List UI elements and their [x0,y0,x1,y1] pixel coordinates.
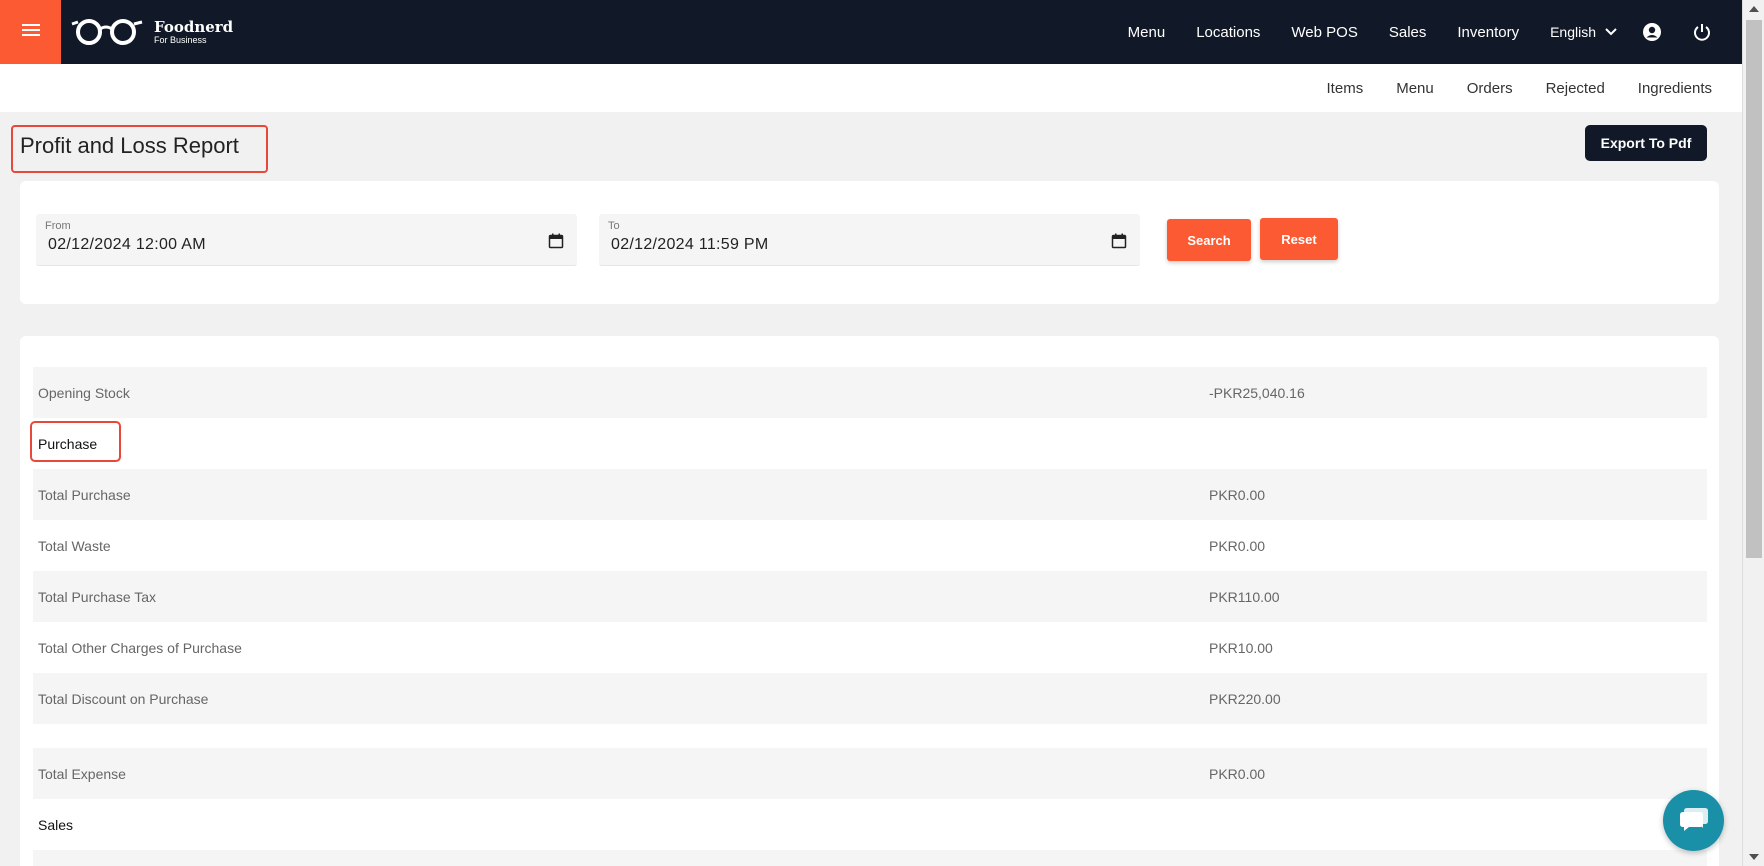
brand-name: Foodnerd [154,17,234,36]
glasses-icon [70,14,146,51]
table-row: Total Waste PKR0.00 [33,520,1707,571]
nav-menu[interactable]: Menu [1128,24,1166,41]
subnav-rejected[interactable]: Rejected [1546,80,1605,97]
nav-sales[interactable]: Sales [1389,24,1427,41]
sub-navbar: Items Menu Orders Rejected Ingredients [0,64,1742,112]
brand-logo[interactable]: Foodnerd For Business [70,16,233,48]
row-value: -PKR25,040.16 [1209,385,1305,401]
subnav-menu[interactable]: Menu [1396,80,1434,97]
table-row: Total Other Charges of Purchase PKR10.00 [33,622,1707,673]
search-button[interactable]: Search [1167,219,1251,261]
subnav-ingredients[interactable]: Ingredients [1638,80,1712,97]
chevron-down-icon [1596,24,1618,40]
hamburger-icon [21,22,41,43]
language-select[interactable]: English [1550,24,1618,40]
table-row: Sales [33,799,1707,850]
row-label: Total Purchase Tax [38,589,157,605]
to-label: To [608,220,620,232]
calendar-icon[interactable] [548,233,564,254]
row-value: PKR10.00 [1209,640,1273,656]
from-date-field[interactable]: From 02/12/2024 12:00 AM [36,214,577,266]
row-label: Total Other Charges of Purchase [38,640,242,656]
nav-inventory[interactable]: Inventory [1457,24,1519,41]
row-label: Opening Stock [38,385,130,401]
from-value: 02/12/2024 12:00 AM [48,236,206,253]
chat-button[interactable] [1663,790,1724,851]
scroll-up-arrow-icon[interactable] [1749,6,1759,12]
table-row: Total Expense PKR0.00 [33,748,1707,799]
row-value: PKR220.00 [1209,691,1281,707]
to-date-field[interactable]: To 02/12/2024 11:59 PM [599,214,1140,266]
row-label: Total Purchase [38,487,131,503]
page-scrollbar[interactable] [1742,0,1764,866]
table-row: Total Purchase Tax PKR110.00 [33,571,1707,622]
nav-locations[interactable]: Locations [1196,24,1260,41]
nav-web-pos[interactable]: Web POS [1291,24,1357,41]
reset-button[interactable]: Reset [1260,218,1338,260]
subnav-orders[interactable]: Orders [1467,80,1513,97]
filter-card: From 02/12/2024 12:00 AM To 02/12/2024 1… [20,181,1719,304]
brand-tagline: For Business [154,34,207,45]
section-heading: Sales [38,817,74,833]
table-row: Total Purchase PKR0.00 [33,469,1707,520]
top-nav-links: Menu Locations Web POS Sales Inventory E… [1128,0,1742,64]
row-label: Total Expense [38,766,126,782]
row-value: PKR0.00 [1209,766,1266,782]
export-pdf-button[interactable]: Export To Pdf [1585,125,1707,161]
calendar-icon[interactable] [1111,233,1127,254]
power-icon[interactable] [1692,22,1712,42]
row-label: Total Discount on Purchase [38,691,209,707]
menu-toggle-button[interactable] [0,0,61,64]
top-navbar: Foodnerd For Business Menu Locations Web… [0,0,1742,64]
row-value: PKR110.00 [1209,589,1280,605]
scroll-down-arrow-icon[interactable] [1749,854,1759,860]
page-title: Profit and Loss Report [20,133,239,158]
table-row: Purchase [33,418,1707,469]
language-label: English [1550,24,1596,40]
report-card: Opening Stock -PKR25,040.16 Purchase Tot… [20,336,1719,866]
row-value: PKR0.00 [1209,538,1266,554]
from-label: From [45,220,71,232]
table-row [33,850,1707,866]
purchase-highlight [30,421,121,462]
to-value: 02/12/2024 11:59 PM [611,236,769,253]
chat-bubble-icon [1678,803,1710,838]
scrollbar-thumb[interactable] [1746,20,1762,558]
table-row: Total Discount on Purchase PKR220.00 [33,673,1707,724]
account-icon[interactable] [1642,22,1662,42]
row-label: Total Waste [38,538,111,554]
row-value: PKR0.00 [1209,487,1266,503]
subnav-items[interactable]: Items [1327,80,1364,97]
table-row: Opening Stock -PKR25,040.16 [33,367,1707,418]
